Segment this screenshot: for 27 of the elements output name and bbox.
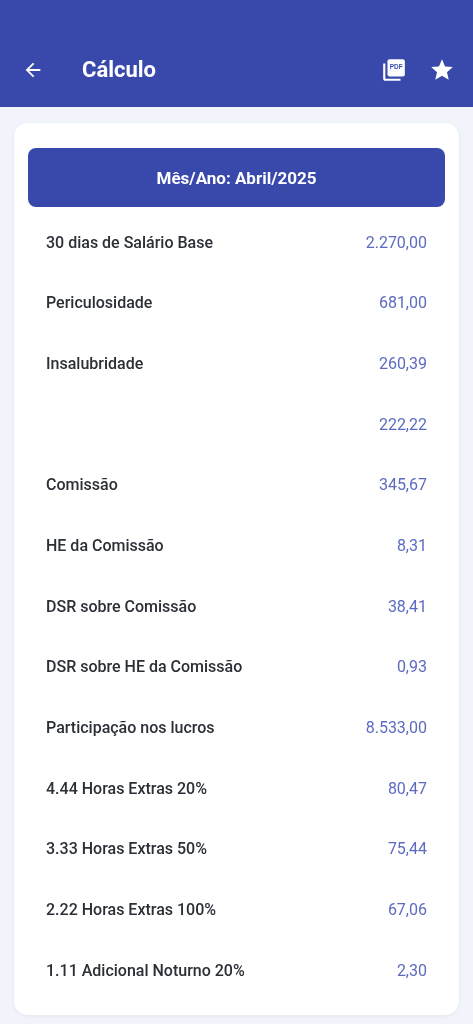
item-label: 1.11 Adicional Noturno 20%: [46, 960, 245, 980]
item-label: Insalubridade: [46, 354, 144, 374]
item-label: 2.22 Horas Extras 100%: [46, 900, 217, 920]
item-value: 8.533,00: [365, 718, 427, 738]
item-value: 222,22: [378, 414, 427, 434]
item-value: 2,30: [396, 960, 427, 980]
item-value: 8,31: [396, 536, 427, 556]
item-label: Participação nos lucros: [46, 718, 215, 738]
item-value: 345,67: [378, 475, 427, 495]
item-label: 30 dias de Salário Base: [46, 232, 213, 252]
item-label: Comissão: [46, 475, 118, 495]
item-value: 2.270,00: [365, 232, 427, 252]
item-label: 3.33 Horas Extras 50%: [46, 839, 207, 859]
screen-title: Cálculo: [82, 57, 156, 82]
item-value: 80,47: [387, 778, 427, 798]
item-value: 75,44: [387, 839, 427, 859]
item-label: Periculosidade: [46, 293, 153, 313]
item-label: HE da Comissão: [46, 536, 164, 556]
item-value: 38,41: [387, 596, 427, 616]
item-value: 260,39: [378, 354, 427, 374]
item-value: 67,06: [387, 900, 427, 920]
item-label: 4.44 Horas Extras 20%: [46, 778, 207, 798]
period-banner: Mês/Ano: Abril/2025: [28, 148, 445, 207]
item-value: 681,00: [378, 293, 427, 313]
item-label: DSR sobre Comissão: [46, 596, 197, 616]
item-value: 0,93: [396, 657, 427, 677]
item-label: DSR sobre HE da Comissão: [46, 657, 243, 677]
